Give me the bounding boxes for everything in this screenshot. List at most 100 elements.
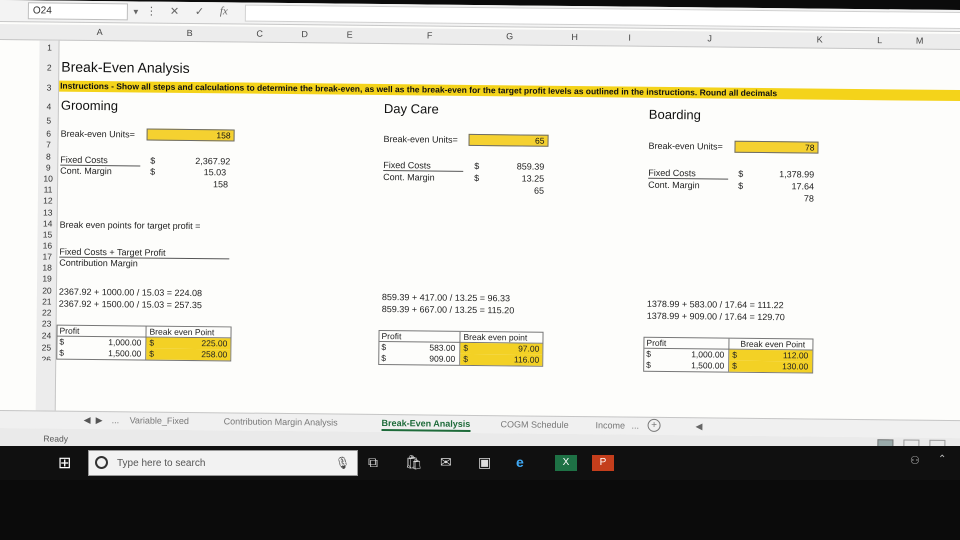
grooming-margin-value[interactable]: 15.03 <box>186 167 227 177</box>
row-header[interactable]: 18 <box>37 262 57 272</box>
tab-break-even-analysis[interactable]: Break-Even Analysis <box>381 418 471 432</box>
boarding-profit-1[interactable]: 1,000.00 <box>674 349 724 359</box>
row-header[interactable]: 9 <box>38 162 58 172</box>
column-header-a[interactable]: A <box>70 27 130 38</box>
row-header[interactable]: 12 <box>38 195 58 205</box>
grooming-result-value[interactable]: 158 <box>186 179 228 189</box>
row-header[interactable]: 5 <box>39 115 59 125</box>
formula-input[interactable] <box>244 4 960 30</box>
worksheet-grid[interactable]: Break-Even Analysis Instructions - Show … <box>56 41 960 421</box>
grooming-breakeven-cell[interactable]: 158 <box>146 128 235 142</box>
taskbar-search[interactable]: Type here to search 🎙 <box>88 450 358 476</box>
photos-icon[interactable]: ▣ <box>478 454 491 471</box>
column-header-e[interactable]: E <box>335 30 365 40</box>
boarding-calc-1[interactable]: 1378.99 + 583.00 / 17.64 = 111.22 <box>647 299 784 310</box>
daycare-result-value[interactable]: 65 <box>508 185 544 196</box>
column-header-l[interactable]: L <box>865 35 895 45</box>
column-header-b[interactable]: B <box>160 28 220 39</box>
scroll-right-icon[interactable]: ▶ <box>96 415 103 426</box>
boarding-bep-2[interactable]: 130.00 <box>758 361 808 371</box>
scrollbar-left-icon[interactable]: ◀ <box>696 421 703 432</box>
mail-icon[interactable]: ✉ <box>440 454 452 471</box>
daycare-bep-1[interactable]: 97.00 <box>489 343 539 353</box>
column-header-h[interactable]: H <box>560 32 590 42</box>
boarding-margin-value[interactable]: 17.64 <box>770 181 815 191</box>
row-header[interactable]: 7 <box>38 139 58 149</box>
boarding-bep-1[interactable]: 112.00 <box>758 350 808 360</box>
tab-contribution-margin-analysis[interactable]: Contribution Margin Analysis <box>224 416 338 427</box>
tab-variable-fixed[interactable]: Variable_Fixed <box>130 415 189 426</box>
name-box-dropdown-icon[interactable]: ▼ <box>132 7 140 16</box>
grooming-fixed-costs-value[interactable]: 2,367.92 <box>186 156 230 166</box>
show-hidden-icons[interactable]: ⌃ <box>938 454 946 465</box>
daycare-calc-1[interactable]: 859.39 + 417.00 / 13.25 = 96.33 <box>382 292 510 303</box>
row-header[interactable]: 22 <box>37 307 57 317</box>
grooming-profit-1[interactable]: 1,000.00 <box>87 337 141 347</box>
row-header[interactable]: 3 <box>39 82 59 92</box>
boarding-profit-2[interactable]: 1,500.00 <box>674 360 724 370</box>
row-header[interactable]: 6 <box>39 128 59 138</box>
row-header[interactable]: 26 <box>36 354 56 360</box>
grooming-calc-2[interactable]: 2367.92 + 1500.00 / 15.03 = 257.35 <box>59 299 202 310</box>
grooming-bep-1[interactable]: 225.00 <box>177 338 227 348</box>
row-header[interactable]: 14 <box>38 218 58 228</box>
row-header[interactable]: 11 <box>38 184 58 194</box>
cancel-icon[interactable]: ✕ <box>170 5 179 18</box>
daycare-bep-2[interactable]: 116.00 <box>489 354 539 364</box>
enter-icon[interactable]: ✓ <box>195 5 204 18</box>
row-header[interactable]: 19 <box>37 273 57 283</box>
row-header[interactable]: 13 <box>38 207 58 217</box>
edge-icon[interactable]: e <box>516 454 524 470</box>
row-header[interactable]: 17 <box>37 251 57 261</box>
row-header[interactable]: 2 <box>39 62 59 72</box>
daycare-breakeven-cell[interactable]: 65 <box>468 133 549 147</box>
grooming-profit-2[interactable]: 1,500.00 <box>87 348 141 358</box>
row-header[interactable]: 20 <box>37 285 57 295</box>
name-box[interactable]: O24 <box>27 2 128 21</box>
column-header-c[interactable]: C <box>240 29 280 39</box>
column-header-k[interactable]: K <box>790 34 850 45</box>
daycare-calc-2[interactable]: 859.39 + 667.00 / 13.25 = 115.20 <box>382 304 515 315</box>
daycare-profit-2[interactable]: 909.00 <box>409 353 455 364</box>
add-sheet-icon[interactable]: + <box>647 418 661 432</box>
column-header-g[interactable]: G <box>480 31 540 42</box>
row-header[interactable]: 24 <box>36 330 56 340</box>
row-header[interactable]: 15 <box>37 229 57 239</box>
column-header-n[interactable]: N <box>950 36 960 46</box>
boarding-result-value[interactable]: 78 <box>770 193 814 203</box>
microphone-icon[interactable]: 🎙 <box>335 456 350 470</box>
daycare-fixed-costs-value[interactable]: 859.39 <box>508 161 545 171</box>
store-icon[interactable]: 🛍 <box>405 454 423 471</box>
scroll-left-icon[interactable]: ◀ <box>84 415 91 426</box>
more-options-icon[interactable]: ⋮ <box>146 5 157 18</box>
grooming-calc-1[interactable]: 2367.92 + 1000.00 / 15.03 = 224.08 <box>59 287 202 298</box>
tabs-overflow-right[interactable]: ... <box>632 421 640 431</box>
row-header[interactable]: 10 <box>38 173 58 183</box>
daycare-profit-1[interactable]: 583.00 <box>409 342 455 353</box>
daycare-margin-value[interactable]: 13.25 <box>508 173 545 183</box>
task-view-icon[interactable]: ⧉ <box>368 454 378 471</box>
boarding-calc-2[interactable]: 1378.99 + 909.00 / 17.64 = 129.70 <box>647 311 785 322</box>
column-header-i[interactable]: I <box>615 32 645 43</box>
excel-icon[interactable]: X <box>555 455 577 471</box>
row-header[interactable]: 23 <box>37 318 57 328</box>
boarding-breakeven-cell[interactable]: 78 <box>734 140 819 154</box>
grooming-bep-2[interactable]: 258.00 <box>177 349 227 359</box>
row-header[interactable]: 1 <box>39 42 59 52</box>
tab-cogm-schedule[interactable]: COGM Schedule <box>501 419 569 430</box>
column-header-f[interactable]: F <box>400 30 460 41</box>
tabs-overflow-left[interactable]: ... <box>112 415 120 425</box>
boarding-fixed-costs-value[interactable]: 1,378.99 <box>770 169 814 179</box>
row-header[interactable]: 16 <box>37 240 57 250</box>
column-header-d[interactable]: D <box>290 29 320 39</box>
windows-start-icon[interactable]: ⊞ <box>58 453 71 473</box>
insert-function-icon[interactable]: fx <box>220 5 228 17</box>
powerpoint-icon[interactable]: P <box>592 455 614 471</box>
row-header[interactable]: 21 <box>37 296 57 306</box>
row-header[interactable]: 4 <box>39 101 59 111</box>
column-header-j[interactable]: J <box>680 33 740 44</box>
column-header-m[interactable]: M <box>905 35 935 46</box>
people-icon[interactable]: ⚇ <box>910 454 920 467</box>
row-header[interactable]: 8 <box>38 151 58 161</box>
tab-income[interactable]: Income <box>596 420 626 430</box>
